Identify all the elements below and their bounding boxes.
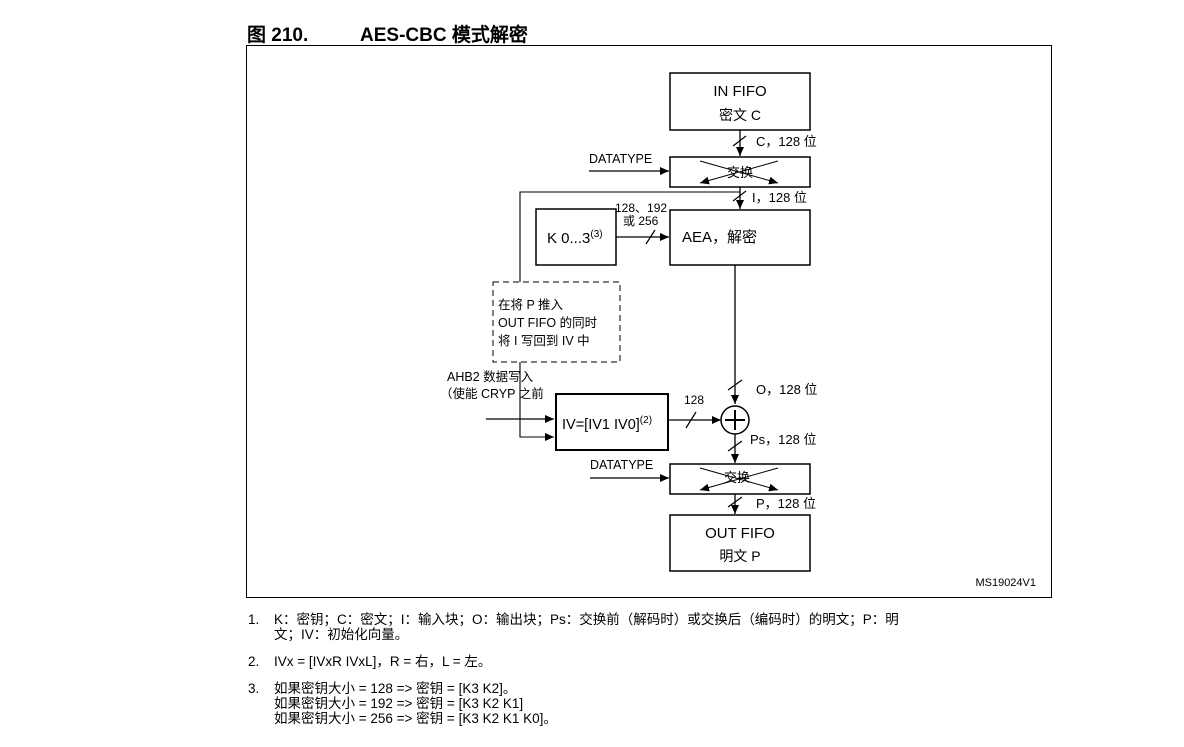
note-2-number: 2. xyxy=(248,654,260,669)
note-2-line-1: IVx = [IVxR IVxL]，R = 右，L = 左。 xyxy=(274,654,492,669)
iv-label-sup: (2) xyxy=(640,415,652,426)
out-fifo-label: OUT FIFO xyxy=(705,525,775,542)
dashed-note-line3: 将 I 写回到 IV 中 xyxy=(498,333,590,348)
figure-code: MS19024V1 xyxy=(975,577,1036,589)
note-3-line-3: 如果密钥大小 = 256 => 密钥 = [K3 K2 K1 K0]。 xyxy=(274,711,557,726)
dashed-note-line1: 在将 P 推入 xyxy=(498,298,564,312)
label-c-128: C，128 位 xyxy=(756,134,817,149)
key-width-line2: 或 256 xyxy=(623,214,659,228)
out-fifo-sublabel: 明文 P xyxy=(719,548,760,564)
note-1-line-2: 文；IV：初始化向量。 xyxy=(274,627,409,642)
dashed-note-line2: OUT FIFO 的同时 xyxy=(498,315,598,330)
note-1-line-1: K：密钥；C：密文；I：输入块；O：输出块；Ps：交换前（解码时）或交换后（编码… xyxy=(274,612,899,627)
note-1: 1. K：密钥；C：密文；I：输入块；O：输出块；Ps：交换前（解码时）或交换后（… xyxy=(248,612,899,642)
note-3-number: 3. xyxy=(248,681,260,696)
swap-label-top: 交换 xyxy=(727,165,753,180)
iv-label: IV=[IV1 IV0](2) xyxy=(562,415,652,433)
label-o-128: O，128 位 xyxy=(756,382,817,397)
aea-label: AEA，解密 xyxy=(682,229,757,246)
label-p-128: P，128 位 xyxy=(756,496,816,511)
datatype-label-top: DATATYPE xyxy=(589,152,652,166)
ahb2-line2: （使能 CRYP 之前 xyxy=(440,386,544,401)
note-3-line-2: 如果密钥大小 = 192 => 密钥 = [K3 K2 K1] xyxy=(274,696,524,711)
label-i-128: I，128 位 xyxy=(752,190,807,205)
label-ps-128: Ps，128 位 xyxy=(750,432,816,447)
note-3: 3. 如果密钥大小 = 128 => 密钥 = [K3 K2]。 如果密钥大小 =… xyxy=(248,681,557,726)
label-128: 128 xyxy=(684,393,704,407)
datatype-label-bottom: DATATYPE xyxy=(590,458,653,472)
key-label-text: K 0...3 xyxy=(547,230,590,247)
key-width-line1: 128、192 xyxy=(615,201,667,215)
note-1-number: 1. xyxy=(248,612,260,627)
swap-label-bottom: 交换 xyxy=(724,470,750,485)
iv-label-text: IV=[IV1 IV0] xyxy=(562,417,640,433)
key-label-sup: (3) xyxy=(590,229,602,240)
ahb2-line1: AHB2 数据写入 xyxy=(447,369,534,384)
note-3-line-1: 如果密钥大小 = 128 => 密钥 = [K3 K2]。 xyxy=(274,681,517,696)
in-fifo-label: IN FIFO xyxy=(713,83,766,100)
in-fifo-sublabel: 密文 C xyxy=(719,107,761,123)
note-2: 2. IVx = [IVxR IVxL]，R = 右，L = 左。 xyxy=(248,654,491,669)
